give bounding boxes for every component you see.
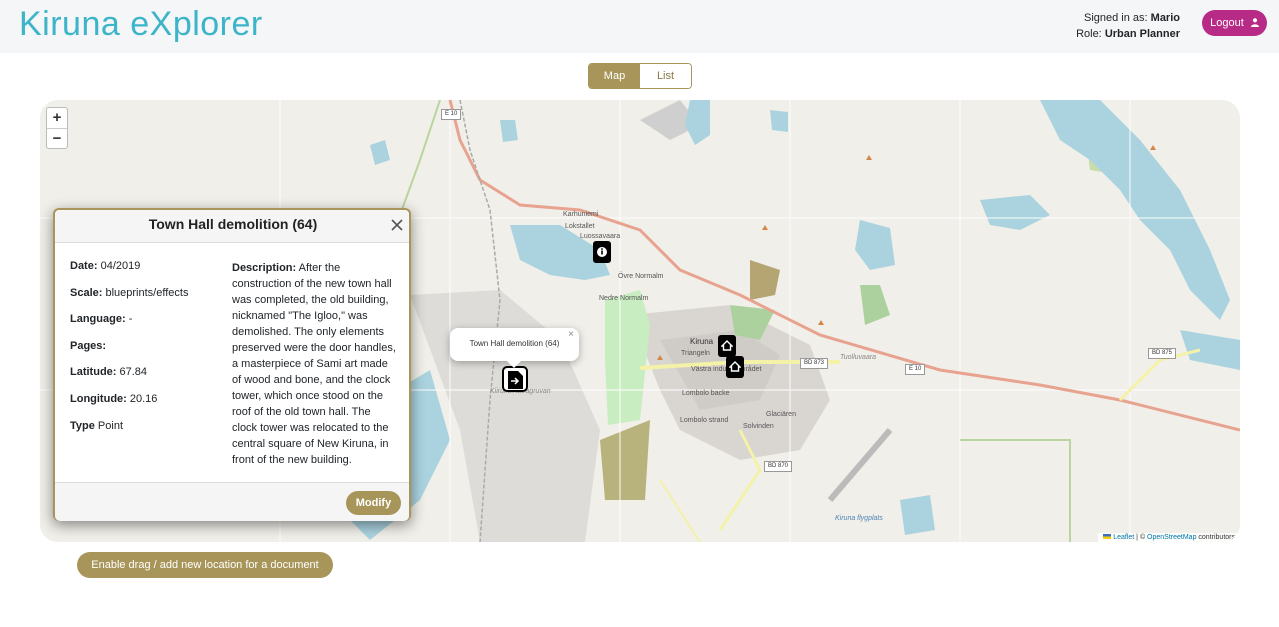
road-tag-e10-north: E 10 [441,109,462,120]
map-label-lombolo-strand: Lombolo strand [680,417,729,424]
logout-label: Logout [1210,17,1244,29]
house-icon [729,361,741,372]
document-marker-house-1[interactable] [718,335,736,357]
popup-title: Town Hall demolition (64) [148,216,318,232]
latitude-value: 67.84 [119,366,148,379]
map-label-luossavaara: Luossavaara [580,233,621,240]
info-icon [597,247,607,257]
tab-list[interactable]: List [640,64,691,88]
type-value: Point [97,419,123,432]
map-label-karhuniemi: Karhuniemi [563,211,599,218]
attribution-separator: | © [1134,534,1148,541]
map-label-triangeln: Triangeln [681,350,710,357]
pages-row: Pages: [70,340,220,367]
signed-in-label: Signed in as: [1083,12,1148,24]
document-marker-info[interactable] [593,241,611,263]
language-value: - [128,313,133,326]
map-label-solvinden: Solvinden [743,423,774,430]
latitude-row: Latitude: 67.84 [70,366,220,393]
pages-label: Pages: [70,339,107,352]
date-row: Date: 04/2019 [70,260,220,287]
road-tag-bd870: BD 870 [764,461,793,472]
scale-row: Scale: blueprints/effects [70,287,220,314]
attribution-suffix: contributors [1196,534,1235,541]
map-attribution: Leaflet | © OpenStreetMap contributors [1098,533,1240,542]
longitude-value: 20.16 [129,392,158,405]
marker-tooltip: Town Hall demolition (64) × [450,328,579,368]
view-toggle: Map List [588,63,692,89]
enable-drag-button[interactable]: Enable drag / add new location for a doc… [77,552,333,578]
tooltip-text: Town Hall demolition (64) [469,339,560,348]
user-icon [1250,18,1259,27]
longitude-label: Longitude: [70,392,127,405]
map-label-lombolo-backe: Lombolo backe [682,390,730,397]
type-label: Type [70,419,95,432]
document-arrow-icon [508,371,523,389]
app-title: Kiruna eXplorer [19,5,263,43]
date-value: 04/2019 [100,260,141,272]
popup-description: Description: After the construction of t… [232,260,398,468]
scale-value: blueprints/effects [105,286,189,299]
document-popup: Town Hall demolition (64) Date: 04/2019 … [53,208,411,521]
tooltip-close-button[interactable]: × [568,319,574,351]
date-label: Date: [70,260,98,272]
map-label-kiruna: Kiruna [690,337,714,346]
scale-label: Scale: [70,286,103,299]
map-label-ovre-normalm: Övre Normalm [618,273,664,280]
map-label-kiruna-flygplats: Kiruna flygplats [835,515,883,522]
road-tag-bd873: BD 873 [800,358,829,369]
popup-footer: Modify [55,482,409,521]
popup-details: Date: 04/2019 Scale: blueprints/effects … [70,260,220,446]
language-label: Language: [70,313,126,326]
osm-link[interactable]: OpenStreetMap [1147,534,1196,541]
logout-button[interactable]: Logout [1202,10,1267,36]
close-icon[interactable] [389,217,405,233]
user-role: Urban Planner [1104,28,1180,40]
zoom-control: + − [46,107,68,149]
tab-map[interactable]: Map [589,64,640,88]
map-label-nedre-normalm: Nedre Normalm [599,295,649,302]
user-info: Signed in as: Mario Role: Urban Planner [1060,10,1180,42]
role-label: Role: [1076,28,1102,40]
language-row: Language: - [70,313,220,340]
user-name: Mario [1150,12,1180,24]
zoom-out-button[interactable]: − [47,128,67,148]
header: Kiruna eXplorer Signed in as: Mario Role… [0,0,1279,53]
road-tag-e10-east: E 10 [905,364,926,375]
description-text: After the construction of the new town h… [232,262,396,466]
house-icon [721,340,733,351]
map-label-tuolluvaara: Tuolluvaara [840,354,877,361]
document-marker-house-2[interactable] [726,356,744,378]
road-tag-bd875: BD 875 [1148,348,1177,359]
document-marker-selected[interactable] [502,366,528,392]
map-label-lokstallet: Lokstallet [565,223,595,230]
longitude-row: Longitude: 20.16 [70,393,220,420]
latitude-label: Latitude: [70,366,117,379]
type-row: Type Point [70,420,220,447]
description-label: Description: [232,262,297,274]
map-label-glaciaren: Glaciären [766,411,796,418]
modify-button[interactable]: Modify [346,491,401,515]
zoom-in-button[interactable]: + [47,108,67,128]
leaflet-link[interactable]: Leaflet [1113,534,1134,541]
ukraine-flag-icon [1103,534,1112,539]
